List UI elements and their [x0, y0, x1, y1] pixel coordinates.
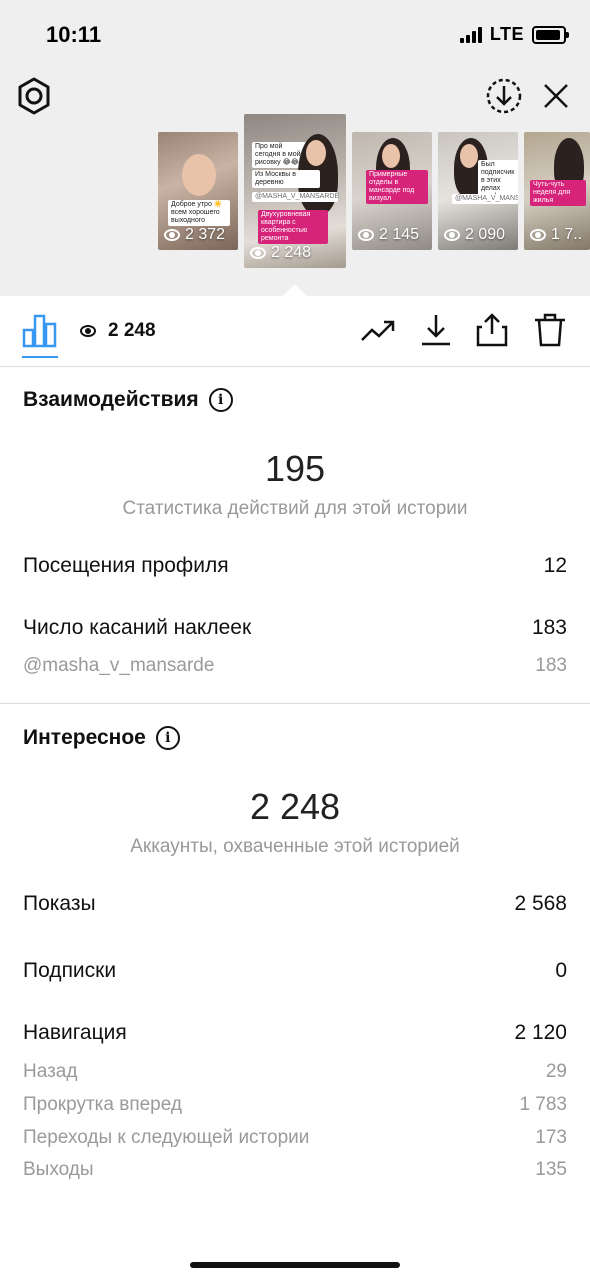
discovery-reach: 2 248 [249, 786, 341, 827]
metric-value: 0 [555, 959, 567, 982]
metric-label: Посещения профиля [23, 554, 229, 577]
metric-row-mention: @masha_v_mansarde 183 [23, 655, 567, 677]
eye-icon [530, 229, 546, 241]
battery-icon [532, 25, 569, 44]
views-total-value: 2 248 [108, 320, 156, 341]
thumbnail-sticker: Из Москвы в деревню [252, 170, 320, 188]
metric-row-sticker-taps: Число касаний наклеек 183 [23, 616, 567, 640]
thumbnail-image [460, 144, 478, 168]
thumbnail-sticker: Доброе утро ☀️ всем хорошего выходного [168, 200, 230, 226]
insights-toolbar: 2 248 [0, 296, 590, 367]
eye-icon [164, 229, 180, 241]
signal-icon [459, 26, 482, 43]
insights-chart-icon[interactable] [22, 314, 58, 348]
thumbnail-views-count: 2 145 [379, 226, 420, 243]
metric-label: Прокрутка вперед [23, 1094, 182, 1115]
promote-trend-icon[interactable] [360, 312, 396, 348]
network-label: LTE [489, 24, 524, 44]
save-circle-icon[interactable] [484, 76, 524, 116]
eye-icon [80, 325, 96, 337]
thumbnail-sticker: Двухуровневая квартира с особенностью ре… [258, 210, 328, 244]
thumbnail-views: 2 248 [250, 244, 311, 262]
thumbnail-sticker: Чуть-чуть неделя для жилья [530, 180, 586, 206]
thumbnail-image [382, 144, 400, 168]
info-icon[interactable]: i [155, 726, 180, 750]
discovery-section-title: Интересное i [23, 726, 180, 750]
metric-value: 2 568 [514, 892, 567, 915]
metric-row-follows: Подписки 0 [23, 959, 567, 983]
section-divider [0, 703, 590, 704]
metric-value: 2 120 [514, 1021, 567, 1044]
share-icon[interactable] [474, 312, 510, 348]
story-thumbnail[interactable]: Чуть-чуть неделя для жилья 1 7.. [524, 132, 590, 250]
download-icon[interactable] [418, 312, 454, 348]
metric-row-next-story: Переходы к следующей истории 173 [23, 1127, 567, 1149]
status-indicators: LTE [459, 24, 569, 45]
eye-icon [444, 229, 460, 241]
story-header: 10:11 LTE Доброе утро ☀️ всем хорошего в… [0, 0, 590, 296]
thumbnail-mention: @MASHA_V_MANSARDE [452, 194, 518, 204]
metric-value: 173 [535, 1127, 567, 1148]
thumbnail-image [182, 154, 216, 196]
thumbnail-views: 1 7.. [530, 226, 582, 244]
info-icon[interactable]: i [208, 388, 233, 412]
metric-label: Переходы к следующей истории [23, 1127, 310, 1148]
thumbnail-views-count: 2 248 [271, 244, 312, 261]
metric-label: Показы [23, 892, 96, 915]
thumbnail-mention: @MASHA_V_MANSARDE [252, 192, 339, 202]
thumbnail-views: 2 090 [444, 226, 505, 244]
story-thumbnail-selected[interactable]: Про мой сегодня в мой рисовку 😂😂 Из Моск… [244, 114, 346, 268]
metric-row-back: Назад 29 [23, 1061, 567, 1083]
settings-gear-icon[interactable] [14, 76, 54, 116]
tab-active-indicator [22, 356, 58, 358]
selection-pointer [283, 284, 307, 296]
metric-value: 183 [535, 655, 567, 676]
metric-value: 12 [543, 554, 567, 577]
metric-label: @masha_v_mansarde [23, 655, 215, 676]
delete-trash-icon[interactable] [532, 312, 568, 348]
metric-label: Подписки [23, 959, 117, 982]
thumbnail-views: 2 372 [164, 226, 225, 244]
story-thumbnail[interactable]: Был подписчик в этих делах профиле @MASH… [438, 132, 518, 250]
thumbnail-sticker: Примерные отделы в мансарде под визуал [366, 170, 428, 204]
home-indicator[interactable] [190, 1262, 400, 1268]
interactions-section-title: Взаимодействия i [23, 388, 233, 412]
metric-row-impressions: Показы 2 568 [23, 892, 567, 916]
metric-row-exits: Выходы 135 [23, 1159, 567, 1181]
eye-icon [358, 229, 374, 241]
metric-label: Выходы [23, 1159, 94, 1180]
thumbnail-image [306, 140, 326, 166]
metric-value: 1 783 [519, 1094, 567, 1115]
discovery-title: Интересное [23, 726, 146, 749]
metric-value: 29 [545, 1061, 567, 1082]
status-time: 10:11 [46, 22, 102, 47]
thumbnail-views-count: 1 7.. [551, 226, 583, 243]
thumbnail-views-count: 2 090 [465, 226, 506, 243]
metric-row-profile-visits: Посещения профиля 12 [23, 554, 567, 578]
discovery-caption: Аккаунты, охваченные этой историей [130, 836, 460, 857]
metric-label: Число касаний наклеек [23, 616, 252, 639]
interactions-caption: Статистика действий для этой истории [122, 498, 468, 519]
metric-value: 135 [535, 1159, 567, 1180]
metric-row-forward: Прокрутка вперед 1 783 [23, 1094, 567, 1116]
eye-icon [250, 247, 266, 259]
thumbnail-views: 2 145 [358, 226, 419, 244]
metric-value: 183 [531, 616, 567, 639]
thumbnail-views-count: 2 372 [185, 226, 226, 243]
metric-label: Назад [23, 1061, 78, 1082]
views-total: 2 248 [80, 320, 156, 342]
metric-label: Навигация [23, 1021, 127, 1044]
metric-row-navigation: Навигация 2 120 [23, 1021, 567, 1045]
story-thumbnail[interactable]: Примерные отделы в мансарде под визуал 2… [352, 132, 432, 250]
interactions-total: 195 [264, 448, 326, 489]
close-icon[interactable] [538, 78, 574, 114]
story-thumbnail[interactable]: Доброе утро ☀️ всем хорошего выходного 2… [158, 132, 238, 250]
interactions-title: Взаимодействия [23, 388, 199, 411]
